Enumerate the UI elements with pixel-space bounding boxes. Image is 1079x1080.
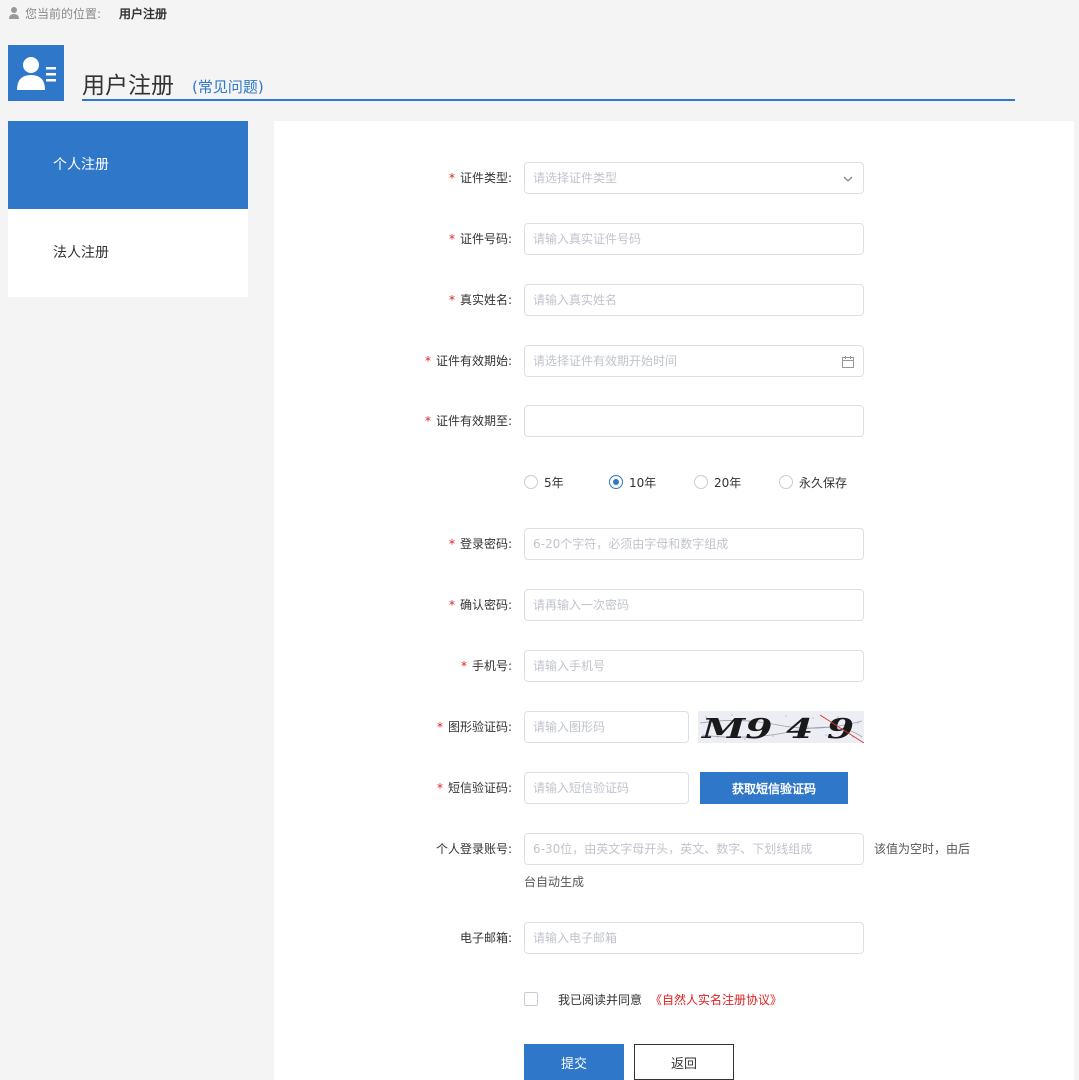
email-field[interactable] (524, 922, 864, 954)
account-hint-line1: 该值为空时，由后 (874, 842, 971, 856)
required-mark: * (436, 720, 443, 734)
row-image-captcha: *图形验证码: M9 4 9 (274, 711, 1074, 743)
radio-20-years[interactable]: 20年 (694, 474, 779, 491)
id-number-field[interactable] (524, 223, 864, 255)
register-form: *证件类型: *证件号码: *真实姓名: *证件有效期始: *证件有效期至: 5… (274, 121, 1074, 1080)
row-sms-code: *短信验证码: 获取短信验证码 (274, 772, 1074, 804)
confirm-password-label: * 确认密码: (448, 598, 512, 612)
validity-radio-group: 5年 10年 20年 永久保存 (524, 466, 864, 498)
email-input[interactable] (525, 923, 863, 953)
row-real-name: * 真实姓名: (274, 284, 1074, 316)
page-title: 用户注册 (82, 73, 174, 99)
required-mark: * (424, 354, 431, 368)
sms-code-input[interactable] (525, 773, 688, 803)
required-mark: * (448, 171, 455, 185)
real-name-field[interactable] (524, 284, 864, 316)
required-mark: * (424, 414, 431, 428)
password-field[interactable] (524, 528, 864, 560)
confirm-password-input[interactable] (525, 590, 863, 620)
row-email: 电子邮箱: (274, 922, 1074, 954)
row-valid-end: * 证件有效期至: (274, 405, 1074, 437)
row-phone: * 手机号: (274, 650, 1074, 682)
sms-code-field[interactable] (524, 772, 689, 804)
account-input[interactable] (525, 834, 863, 864)
radio-permanent[interactable]: 永久保存 (779, 474, 864, 491)
back-button[interactable]: 返回 (634, 1044, 734, 1080)
row-confirm-password: * 确认密码: (274, 589, 1074, 621)
required-mark: * (448, 537, 455, 551)
radio-circle[interactable] (524, 475, 538, 489)
required-mark: * (448, 293, 455, 307)
valid-end-field[interactable] (524, 405, 864, 437)
required-mark: * (448, 232, 455, 246)
breadcrumb: 您当前的位置: 用户注册 (8, 5, 167, 21)
chevron-down-icon (843, 176, 853, 182)
required-mark: * (436, 781, 443, 795)
id-type-select[interactable] (524, 162, 864, 194)
calendar-icon[interactable] (841, 355, 855, 369)
row-password: * 登录密码: (274, 528, 1074, 560)
captcha-image[interactable]: M9 4 9 (698, 711, 864, 743)
email-label: 电子邮箱: (459, 931, 512, 945)
phone-input[interactable] (525, 651, 863, 681)
submit-button[interactable]: 提交 (524, 1044, 624, 1080)
phone-field[interactable] (524, 650, 864, 682)
image-captcha-label: * 图形验证码: (436, 720, 512, 734)
account-field[interactable] (524, 833, 864, 865)
side-item-personal-register[interactable]: 个人注册 (8, 121, 248, 209)
user-card-icon (8, 45, 64, 101)
valid-start-field[interactable] (524, 345, 864, 377)
phone-label: * 手机号: (460, 659, 512, 673)
captcha-text: M9 4 9 (701, 714, 855, 743)
image-captcha-input[interactable] (525, 712, 688, 742)
agreement-text: 我已阅读并同意 (558, 992, 643, 1007)
side-item-legal-register[interactable]: 法人注册 (8, 209, 248, 297)
radio-10-years[interactable]: 10年 (609, 474, 694, 491)
sms-code-label: * 短信验证码: (436, 781, 512, 795)
valid-end-input[interactable] (525, 406, 863, 436)
side-menu: 个人注册 法人注册 (8, 121, 248, 297)
radio-circle[interactable] (694, 475, 708, 489)
breadcrumb-prefix: 您当前的位置: (25, 6, 102, 21)
radio-5-years[interactable]: 5年 (524, 474, 609, 491)
agreement-checkbox[interactable] (524, 992, 538, 1006)
account-label: 个人登录账号: (435, 842, 512, 856)
row-account: 个人登录账号: 该值为空时，由后 台自动生成 (274, 833, 1074, 889)
real-name-label: * 真实姓名: (448, 293, 512, 307)
row-id-type: * 证件类型: (274, 162, 1074, 194)
image-captcha-field[interactable] (524, 711, 689, 743)
id-number-input[interactable] (525, 224, 863, 254)
required-mark: * (460, 659, 467, 673)
agreement-row: 我已阅读并同意 《自然人实名注册协议》 (524, 989, 782, 1009)
confirm-password-field[interactable] (524, 589, 864, 621)
breadcrumb-current: 用户注册 (119, 6, 168, 21)
faq-link[interactable]: (常见问题) (192, 76, 264, 97)
radio-circle[interactable] (779, 475, 793, 489)
radio-circle[interactable] (609, 475, 623, 489)
real-name-input[interactable] (525, 285, 863, 315)
user-location-icon (9, 7, 19, 19)
id-number-label: * 证件号码: (448, 232, 512, 246)
page-title-bar: 用户注册 (常见问题) (82, 60, 1015, 101)
id-type-input[interactable] (525, 163, 863, 193)
valid-end-label: * 证件有效期至: (424, 414, 512, 428)
password-label: * 登录密码: (448, 537, 512, 551)
row-id-number: * 证件号码: (274, 223, 1074, 255)
row-validity-options: 5年 10年 20年 永久保存 (274, 466, 1074, 498)
password-input[interactable] (525, 529, 863, 559)
valid-start-label: * 证件有效期始: (424, 354, 512, 368)
get-sms-code-button[interactable]: 获取短信验证码 (700, 772, 848, 804)
id-type-label: * 证件类型: (448, 171, 512, 185)
valid-start-input[interactable] (525, 346, 863, 376)
required-mark: * (448, 598, 455, 612)
row-valid-start: * 证件有效期始: (274, 345, 1074, 377)
agreement-link[interactable]: 《自然人实名注册协议》 (650, 991, 782, 1008)
account-hint-line2: 台自动生成 (524, 875, 585, 889)
